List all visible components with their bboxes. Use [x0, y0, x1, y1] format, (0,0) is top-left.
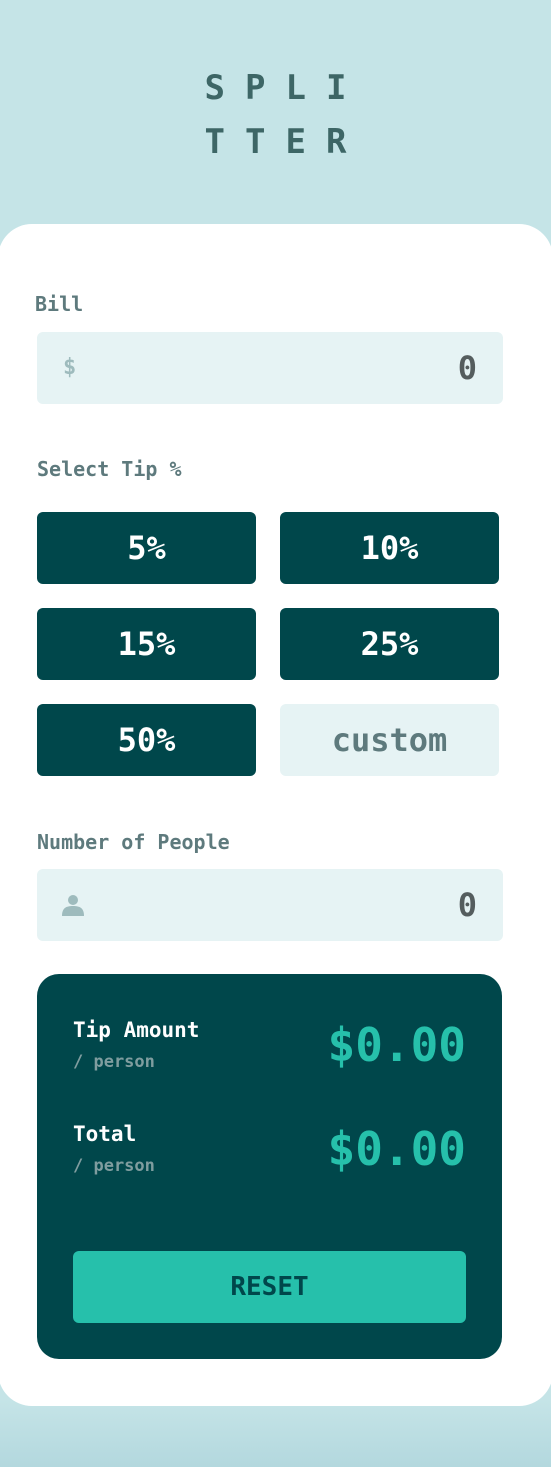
total-sublabel: / person	[73, 1156, 155, 1176]
logo-line-1: SPLI	[204, 68, 367, 108]
tip-button-10[interactable]: 10%	[280, 512, 499, 584]
total-label: Total	[73, 1122, 137, 1146]
select-tip-label: Select Tip %	[37, 457, 182, 481]
custom-tip-input[interactable]: custom	[280, 704, 499, 776]
reset-button[interactable]: RESET	[73, 1251, 466, 1323]
dollar-icon: $	[63, 355, 77, 380]
bill-value: 0	[457, 349, 477, 387]
logo-line-2: TTER	[204, 122, 367, 162]
tip-button-25[interactable]: 25%	[280, 608, 499, 680]
tip-button-50[interactable]: 50%	[37, 704, 256, 776]
background-shade	[0, 1400, 551, 1467]
person-icon	[62, 895, 84, 916]
results-panel: Tip Amount / person $0.00 Total / person…	[37, 974, 502, 1359]
tip-amount-sublabel: / person	[73, 1052, 155, 1072]
bill-label: Bill	[35, 292, 84, 316]
tip-button-15[interactable]: 15%	[37, 608, 256, 680]
app-logo: SPLI TTER	[0, 66, 551, 174]
people-label: Number of People	[37, 830, 230, 854]
people-value: 0	[457, 886, 477, 924]
tip-amount-label: Tip Amount	[73, 1018, 200, 1042]
people-input[interactable]: 0	[37, 869, 503, 941]
bill-input[interactable]: $ 0	[37, 332, 503, 404]
tip-amount-value: $0.00	[327, 1018, 466, 1072]
tip-button-5[interactable]: 5%	[37, 512, 256, 584]
total-value: $0.00	[327, 1122, 466, 1176]
